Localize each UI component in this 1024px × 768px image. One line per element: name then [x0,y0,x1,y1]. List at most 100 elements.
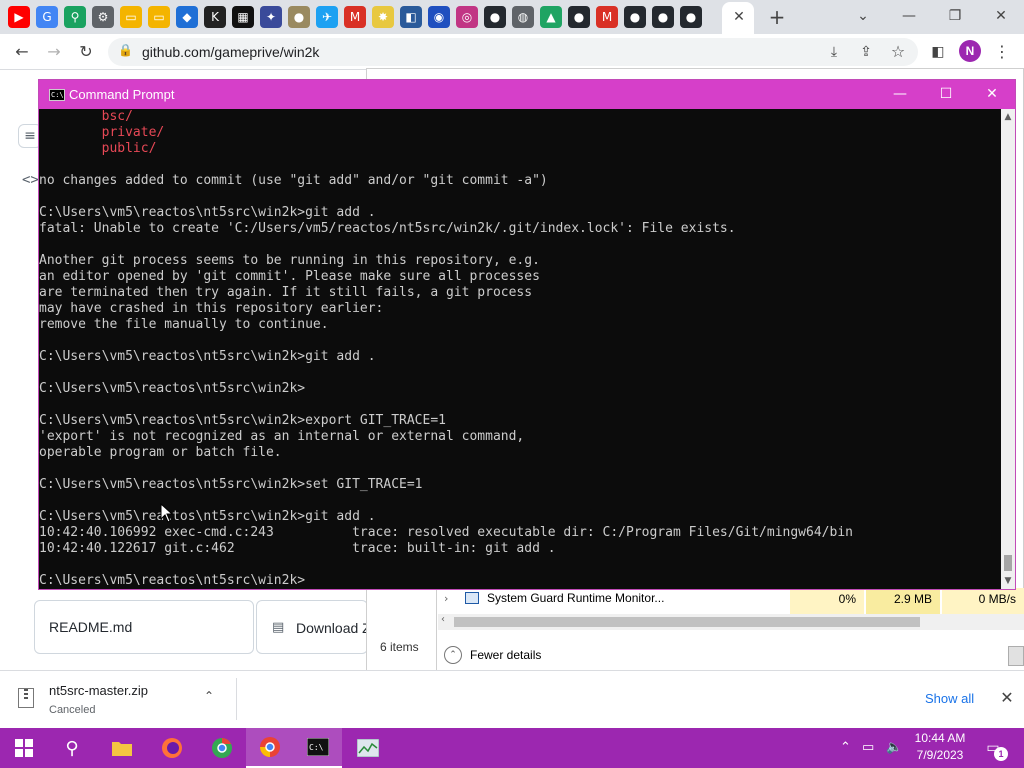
app-icon[interactable]: ✦ [260,6,282,28]
console-line: public/ [39,141,157,156]
github-icon[interactable]: ● [680,6,702,28]
console-line: 10:42:40.122617 git.c:462 trace: built-i… [39,541,556,556]
chrome-window-icon[interactable] [246,728,294,768]
mouse-cursor-icon [160,503,174,523]
maps-pin-icon[interactable]: ⚲ [64,6,86,28]
folder-icon[interactable]: ▭ [148,6,170,28]
install-app-icon[interactable]: ⤓ [822,40,846,64]
gear-icon[interactable]: ⚙ [92,6,114,28]
instagram-icon[interactable]: ◎ [456,6,478,28]
profile-avatar[interactable]: N [959,40,981,62]
console-line: no changes added to commit (use "git add… [39,173,548,188]
twitter-icon[interactable]: ✈ [316,6,338,28]
command-prompt-window[interactable]: C:\ Command Prompt — ☐ ✕ bsc/ private/ p… [38,79,1016,590]
chrome-icon[interactable]: ◍ [512,6,534,28]
fewer-details-link[interactable]: Fewer details [470,648,541,662]
cmd-scroll-thumb[interactable] [1004,555,1012,571]
firefox-icon[interactable] [148,728,196,768]
start-button[interactable] [0,728,48,768]
horizontal-scroll-thumb[interactable] [454,617,920,627]
github-icon[interactable]: ● [624,6,646,28]
grid-icon[interactable]: ▦ [232,6,254,28]
cmd-maximize-button[interactable]: ☐ [923,80,969,109]
cmd-console-output[interactable]: bsc/ private/ public/no changes added to… [39,109,1001,589]
address-bar[interactable]: 🔒 github.com/gameprive/win2k [108,38,918,66]
scroll-left-icon[interactable]: ‹ [441,614,445,625]
cmd-vertical-scrollbar[interactable]: ▲ ▼ [1001,109,1015,589]
readme-tab-label[interactable]: README.md [49,619,132,635]
scroll-down-icon[interactable]: ▼ [1001,573,1015,589]
end-task-button[interactable] [1008,646,1024,666]
show-hidden-icons-chevron[interactable]: ⌃ [840,740,851,755]
kim-icon[interactable]: K [204,6,226,28]
windows-logo-icon [15,739,33,757]
task-manager-taskbar-icon[interactable] [344,728,392,768]
close-shelf-icon[interactable]: ✕ [998,688,1016,708]
console-line: C:\Users\vm5\reactos\nt5src\win2k>set GI… [39,477,423,492]
gmail-icon[interactable]: M [344,6,366,28]
youtube-icon[interactable]: ▶ [8,6,30,28]
chevron-up-icon[interactable]: ⌃ [204,689,214,703]
gmail-icon[interactable]: M [596,6,618,28]
browser-menu-icon[interactable]: ⋮ [990,40,1014,64]
tab-close-icon[interactable]: ✕ [729,7,749,27]
clock-date[interactable]: 7/9/2023 [912,748,968,762]
circle-icon[interactable]: ● [288,6,310,28]
zip-archive-icon [18,688,34,708]
cmd-minimize-button[interactable]: — [877,80,923,109]
browser-minimize-button[interactable]: — [894,4,924,28]
task-manager-glyph [357,739,379,757]
console-line: C:\Users\vm5\reactos\nt5src\win2k>git ad… [39,205,376,220]
download-file-name[interactable]: nt5src-master.zip [49,683,148,698]
collapse-up-icon[interactable]: ⌃ [444,646,462,664]
console-line: fatal: Unable to create 'C:/Users/vm5/re… [39,221,736,236]
console-line: private/ [39,125,165,140]
download-zip-label[interactable]: Download ZIP [296,620,368,636]
file-explorer-icon[interactable] [98,728,146,768]
forward-arrow-icon[interactable]: → [42,40,66,64]
reload-icon[interactable]: ↻ [74,40,98,64]
bulb-icon[interactable]: ✸ [372,6,394,28]
github-icon[interactable]: ● [652,6,674,28]
bookmark-icon[interactable]: ◆ [176,6,198,28]
console-line: C:\Users\vm5\reactos\nt5src\win2k>git ad… [39,509,376,524]
google-icon[interactable]: G [36,6,58,28]
cmd-close-button[interactable]: ✕ [969,80,1015,109]
back-arrow-icon[interactable]: ← [10,40,34,64]
cmd-title-bar[interactable]: C:\ Command Prompt — ☐ ✕ [39,80,1015,109]
browser-close-button[interactable]: ✕ [986,4,1016,28]
code-icon[interactable]: <> [22,172,39,188]
expand-chevron-icon[interactable]: › [444,592,448,605]
tab-search-chevron-icon[interactable]: ⌄ [848,4,878,28]
bookmark-star-icon[interactable]: ☆ [886,40,910,64]
command-prompt-taskbar-icon[interactable]: C:\ [294,728,342,768]
console-line: C:\Users\vm5\reactos\nt5src\win2k> [39,573,306,588]
lock-icon[interactable]: 🔒 [118,43,133,57]
github-icon[interactable]: ● [484,6,506,28]
search-icon[interactable]: ⚲ [48,728,96,768]
download-status: Canceled [49,704,96,716]
network-icon[interactable]: ▭ [862,740,874,755]
process-name[interactable]: System Guard Runtime Monitor... [487,591,664,605]
console-line: C:\Users\vm5\reactos\nt5src\win2k>export… [39,413,446,428]
shelf-divider [236,678,237,720]
new-tab-button[interactable]: + [766,6,788,28]
clock-time[interactable]: 10:44 AM [912,731,968,745]
share-icon[interactable]: ⇪ [854,40,878,64]
app-icon[interactable]: ◧ [400,6,422,28]
console-line: C:\Users\vm5\reactos\nt5src\win2k>git ad… [39,349,376,364]
chrome-profile-icon[interactable] [198,728,246,768]
browser-restore-button[interactable]: ❐ [940,4,970,28]
scroll-up-icon[interactable]: ▲ [1001,109,1015,125]
sonic-icon[interactable]: ◉ [428,6,450,28]
folder-icon[interactable]: ▭ [120,6,142,28]
console-line: Another git process seems to be running … [39,253,540,268]
zip-file-icon: ▤ [272,620,285,635]
github-icon[interactable]: ● [568,6,590,28]
drive-icon[interactable]: ▲ [540,6,562,28]
side-panel-icon[interactable]: ◧ [926,40,950,64]
console-line: bsc/ [39,109,133,124]
show-all-link[interactable]: Show all [925,691,974,706]
url-text[interactable]: github.com/gameprive/win2k [142,44,319,60]
volume-icon[interactable]: 🔈 [886,740,902,755]
